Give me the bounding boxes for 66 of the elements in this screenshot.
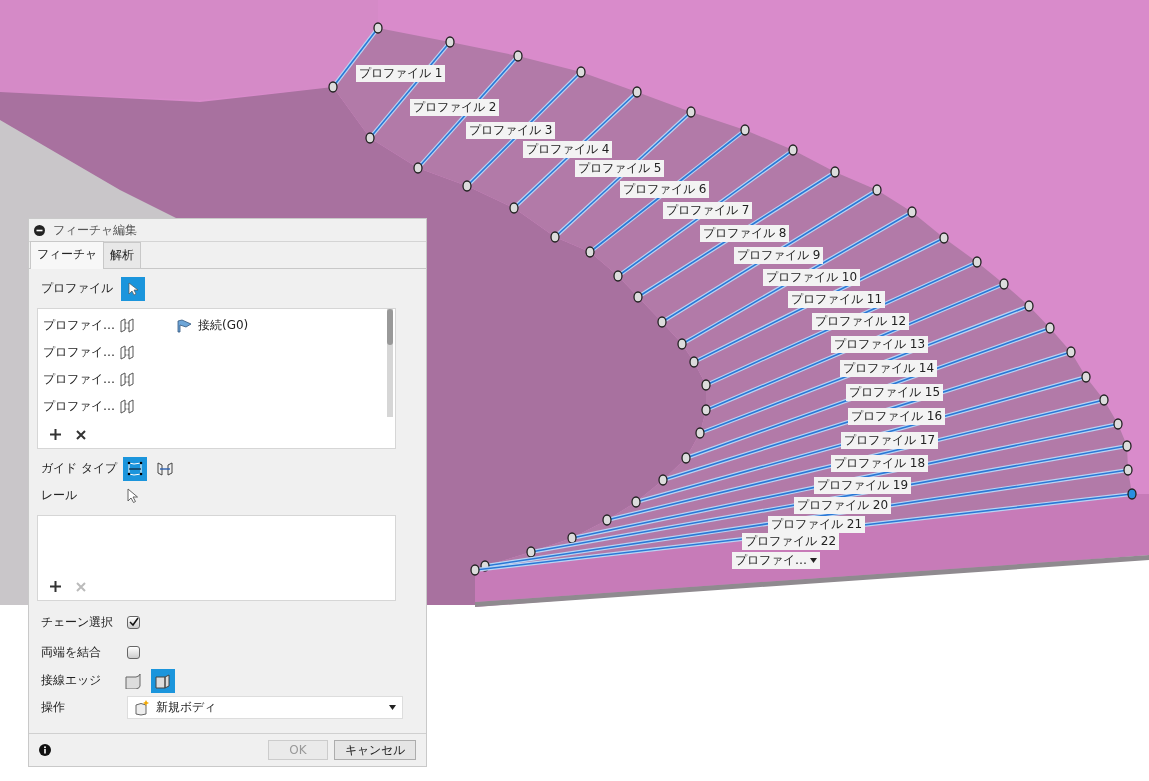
profile-label: プロファイル 10 [763,269,861,286]
field-label: レール [41,487,78,504]
rails-icon [125,460,144,477]
cursor-icon [128,281,138,296]
tab[interactable]: 解析 [103,242,141,268]
condition-text[interactable]: 接続(G0) [198,317,249,334]
profile-label: プロファイル 6 [620,181,710,198]
tab[interactable]: フィーチャ [30,241,104,269]
profile-label: プロファイル 8 [700,225,790,242]
profile-label: プロファイル 4 [523,141,613,158]
caret-icon [810,558,817,563]
profile-label: プロファイル 7 [663,202,753,219]
profile-label: プロファイル 19 [814,477,912,494]
profile-row-name[interactable]: プロファイ… [43,398,115,415]
profile-label: プロファイル 15 [846,384,944,401]
profile-label: プロファイル 22 [742,533,840,550]
profile-label: プロファイル 12 [812,313,910,330]
add-icon[interactable] [50,429,61,440]
profile-label: プロファイル 1 [356,65,446,82]
remove-icon[interactable] [76,429,86,440]
profile-label: プロファイル 2 [410,99,500,116]
scrollbar[interactable] [387,309,393,417]
field-label: 操作 [41,699,66,716]
curved-face-icon [124,672,142,689]
profile-row-name[interactable]: プロファイ… [43,344,115,361]
add-icon[interactable] [50,581,61,592]
profile-plane-icon [119,371,135,388]
new-body-icon [134,699,150,716]
rail-guide-button[interactable] [122,456,147,481]
split-face-icon [154,672,172,689]
checkbox-label: チェーン選択 [41,613,114,631]
profile-label: プロファイル 21 [768,516,866,533]
profile-label: プロファイル 16 [848,408,946,425]
checkbox[interactable] [127,645,140,659]
cursor-icon[interactable] [127,487,139,504]
field-label: ガイド タイプ [41,460,117,477]
profile-label: プロファイル 14 [840,360,938,377]
profile-label: プロファイル 3 [466,122,556,139]
profile-plane-icon [119,398,135,415]
profile-label: プロファイル 11 [788,291,886,308]
caret-icon [389,705,396,710]
profile-plane-icon [119,317,135,334]
profile-row-name[interactable]: プロファイ… [43,371,115,388]
profile-label: プロファイル 5 [575,160,665,177]
profile-label: プロファイル 9 [734,247,824,264]
keep-edges-button[interactable] [151,668,175,693]
operation-dropdown[interactable]: 新規ボディ [127,696,403,719]
select-button[interactable] [121,276,145,301]
profile-label: プロファイル 17 [841,432,939,449]
profile-label: プロファイル 18 [831,455,929,472]
info-icon[interactable] [39,744,51,756]
profile-row-name[interactable]: プロファイ… [43,317,115,334]
profile-label: プロファイル 13 [831,336,929,353]
field-label: プロファイル [41,280,114,297]
connection-icon [177,318,193,333]
checkbox-label: 両端を結合 [41,643,102,661]
profile-plane-icon [119,344,135,361]
cancel-button[interactable]: キャンセル [334,740,416,760]
profile-dropdown[interactable]: プロファイ… [732,552,820,569]
collapse-icon[interactable] [34,224,45,236]
profile-line[interactable] [328,22,383,93]
field-label: 接線エッジ [41,672,102,689]
profile-label: プロファイル 20 [794,497,892,514]
centerline-icon [155,460,174,477]
dialog-title: フィーチャ編集 [53,221,137,239]
checkbox[interactable] [127,615,140,629]
